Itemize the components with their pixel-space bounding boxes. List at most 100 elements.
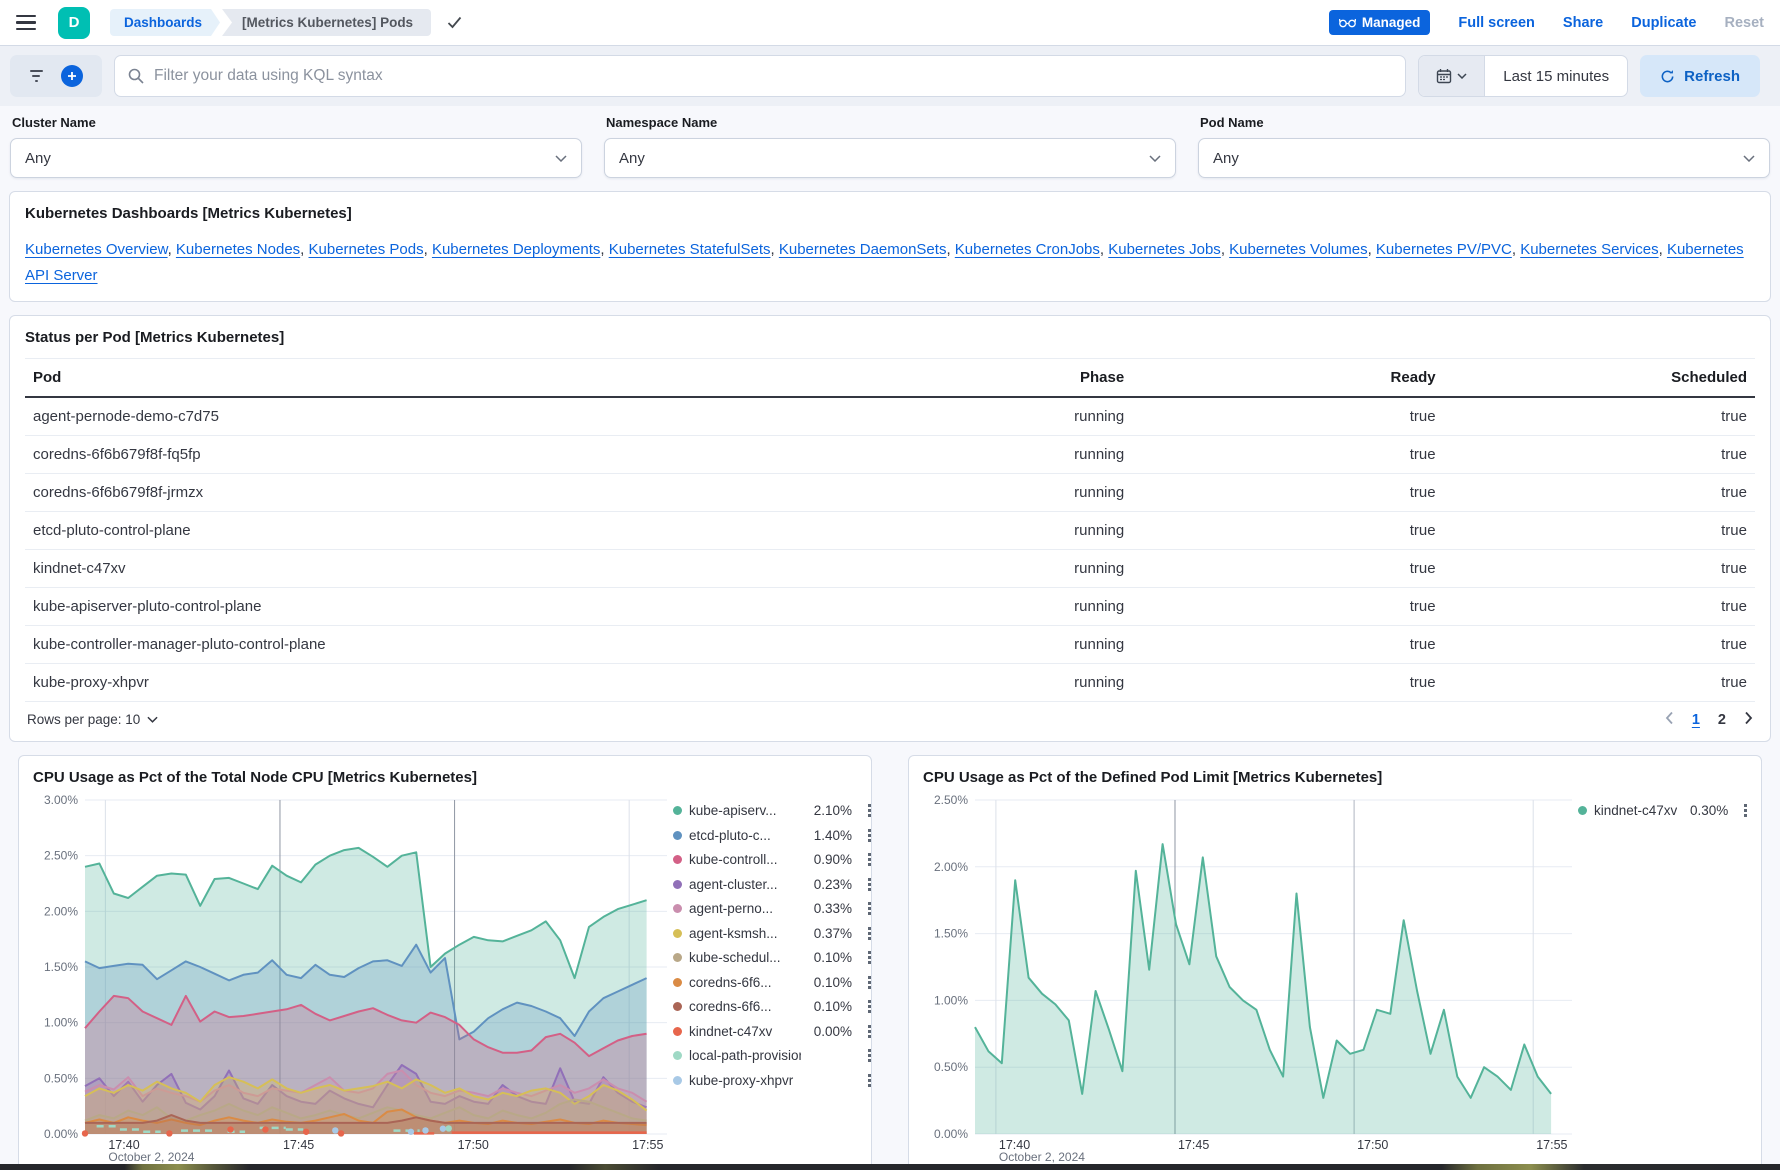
date-quick-select-button[interactable] — [1419, 56, 1485, 96]
series-color-dot — [673, 831, 682, 840]
table-row[interactable]: coredns-6f6b679f8f-fq5fprunningtruetrue — [25, 436, 1755, 474]
scatter-point — [338, 1130, 344, 1136]
status-per-pod-table: PodPhaseReadyScheduled agent-pernode-dem… — [25, 358, 1755, 702]
dashboard-link[interactable]: Kubernetes CronJobs — [955, 241, 1100, 258]
pod-name-value: Any — [1213, 150, 1239, 167]
cluster-name-select[interactable]: Any — [10, 138, 582, 178]
kql-search-input[interactable] — [154, 67, 1392, 85]
legend-actions-icon[interactable] — [866, 1023, 872, 1040]
dashboard-link[interactable]: Kubernetes Pods — [309, 241, 424, 258]
table-row[interactable]: coredns-6f6b679f8f-jrmzxrunningtruetrue — [25, 474, 1755, 512]
legend-actions-icon[interactable] — [866, 1047, 872, 1064]
legend-item[interactable]: kube-schedul...0.10% — [673, 947, 872, 968]
scatter-point — [408, 1129, 414, 1135]
share-button[interactable]: Share — [1563, 15, 1603, 31]
legend-actions-icon[interactable] — [866, 949, 872, 966]
area-series — [975, 844, 1551, 1134]
legend-series-value: 2.10% — [808, 803, 852, 818]
space-avatar[interactable]: D — [58, 7, 90, 39]
reset-button[interactable]: Reset — [1725, 15, 1765, 31]
legend-actions-icon[interactable] — [866, 974, 872, 991]
table-row[interactable]: kube-controller-manager-pluto-control-pl… — [25, 626, 1755, 664]
legend-item[interactable]: agent-perno...0.33% — [673, 898, 872, 919]
legend-actions-icon[interactable] — [866, 900, 872, 917]
table-row[interactable]: kube-apiserver-pluto-control-planerunnin… — [25, 588, 1755, 626]
y-axis-tick-label: 1.50% — [934, 927, 968, 941]
scatter-point — [446, 1125, 452, 1131]
legend-item[interactable]: kube-apiserv...2.10% — [673, 800, 872, 821]
rows-per-page-button[interactable]: Rows per page: 10 — [27, 712, 158, 727]
time-range-button[interactable]: Last 15 minutes — [1485, 56, 1627, 96]
filter-menu-button[interactable] — [30, 70, 43, 82]
pod-name-cell: kindnet-c47xv — [25, 550, 821, 588]
managed-badge[interactable]: Managed — [1329, 10, 1431, 35]
full-screen-button[interactable]: Full screen — [1458, 15, 1535, 31]
table-row[interactable]: kube-proxy-xhpvrrunningtruetrue — [25, 664, 1755, 702]
legend-item[interactable]: agent-ksmsh...0.37% — [673, 923, 872, 944]
legend-actions-icon[interactable] — [1742, 802, 1749, 819]
page-number-2[interactable]: 2 — [1718, 712, 1726, 728]
legend-actions-icon[interactable] — [866, 925, 872, 942]
dashboard-link[interactable]: Kubernetes Overview — [25, 241, 168, 258]
legend-item[interactable]: kube-proxy-xhpvr — [673, 1070, 872, 1091]
duplicate-button[interactable]: Duplicate — [1631, 15, 1696, 31]
next-page-button[interactable] — [1744, 711, 1753, 728]
legend-actions-icon[interactable] — [866, 1072, 872, 1089]
refresh-button[interactable]: Refresh — [1640, 55, 1760, 97]
cell-value: true — [1132, 550, 1443, 588]
legend-actions-icon[interactable] — [866, 802, 872, 819]
search-icon — [128, 68, 144, 84]
namespace-name-select[interactable]: Any — [604, 138, 1176, 178]
legend-series-label: kindnet-c47xv — [1594, 803, 1677, 818]
status-table-title: Status per Pod [Metrics Kubernetes] — [25, 329, 1755, 346]
add-filter-button[interactable] — [61, 65, 83, 87]
page-number-1[interactable]: 1 — [1692, 712, 1700, 728]
dashboard-link[interactable]: Kubernetes Volumes — [1229, 241, 1367, 258]
breadcrumb-dashboards[interactable]: Dashboards — [110, 9, 220, 36]
dashboard-controls-row: Cluster Name Any Namespace Name Any Pod … — [0, 106, 1780, 191]
cell-value: true — [1444, 397, 1755, 436]
legend-item[interactable]: kindnet-c47xv0.00% — [673, 1021, 872, 1042]
saved-check-icon — [447, 16, 462, 29]
series-color-dot — [673, 1002, 682, 1011]
menu-hamburger-button[interactable] — [16, 15, 36, 31]
legend-actions-icon[interactable] — [866, 998, 872, 1015]
dashboard-link[interactable]: Kubernetes Services — [1520, 241, 1658, 258]
legend-actions-icon[interactable] — [866, 876, 872, 893]
dashboard-link[interactable]: Kubernetes Nodes — [176, 241, 300, 258]
legend-item[interactable]: coredns-6f6...0.10% — [673, 996, 872, 1017]
table-row[interactable]: kindnet-c47xvrunningtruetrue — [25, 550, 1755, 588]
chevron-down-icon — [147, 716, 158, 723]
pod-name-cell: kube-controller-manager-pluto-control-pl… — [25, 626, 821, 664]
dashboard-link[interactable]: Kubernetes DaemonSets — [779, 241, 947, 258]
dashboard-link[interactable]: Kubernetes PV/PVC — [1376, 241, 1512, 258]
breadcrumb: Dashboards [Metrics Kubernetes] Pods — [110, 9, 462, 36]
legend-item[interactable]: local-path-provision... — [673, 1045, 872, 1066]
breadcrumb-current-dashboard[interactable]: [Metrics Kubernetes] Pods — [222, 9, 431, 36]
glasses-icon — [1339, 17, 1356, 28]
scatter-point — [262, 1126, 268, 1132]
y-axis-tick-label: 3.00% — [44, 793, 78, 807]
legend-item[interactable]: coredns-6f6...0.10% — [673, 972, 872, 993]
legend-actions-icon[interactable] — [866, 851, 872, 868]
cpu-node-chart-panel: CPU Usage as Pct of the Total Node CPU [… — [18, 755, 872, 1170]
series-color-dot — [673, 953, 682, 962]
legend-item[interactable]: etcd-pluto-c...1.40% — [673, 825, 872, 846]
table-row[interactable]: agent-pernode-demo-c7d75runningtruetrue — [25, 397, 1755, 436]
y-axis-tick-label: 1.00% — [44, 1016, 78, 1030]
kql-search-box[interactable] — [114, 55, 1406, 97]
previous-page-button[interactable] — [1665, 711, 1674, 728]
legend-item[interactable]: kindnet-c47xv0.30% — [1578, 800, 1749, 821]
pod-name-select[interactable]: Any — [1198, 138, 1770, 178]
chevron-down-icon — [1457, 73, 1467, 79]
x-axis-tick-label: 17:55 — [632, 1138, 663, 1152]
table-row[interactable]: etcd-pluto-control-planerunningtruetrue — [25, 512, 1755, 550]
next-panel-row-clipped — [0, 1164, 1780, 1170]
legend-item[interactable]: kube-controll...0.90% — [673, 849, 872, 870]
legend-actions-icon[interactable] — [866, 827, 872, 844]
dashboard-link[interactable]: Kubernetes StatefulSets — [609, 241, 771, 258]
legend-series-value: 0.00% — [808, 1024, 852, 1039]
legend-item[interactable]: agent-cluster...0.23% — [673, 874, 872, 895]
dashboard-link[interactable]: Kubernetes Jobs — [1108, 241, 1221, 258]
dashboard-link[interactable]: Kubernetes Deployments — [432, 241, 600, 258]
